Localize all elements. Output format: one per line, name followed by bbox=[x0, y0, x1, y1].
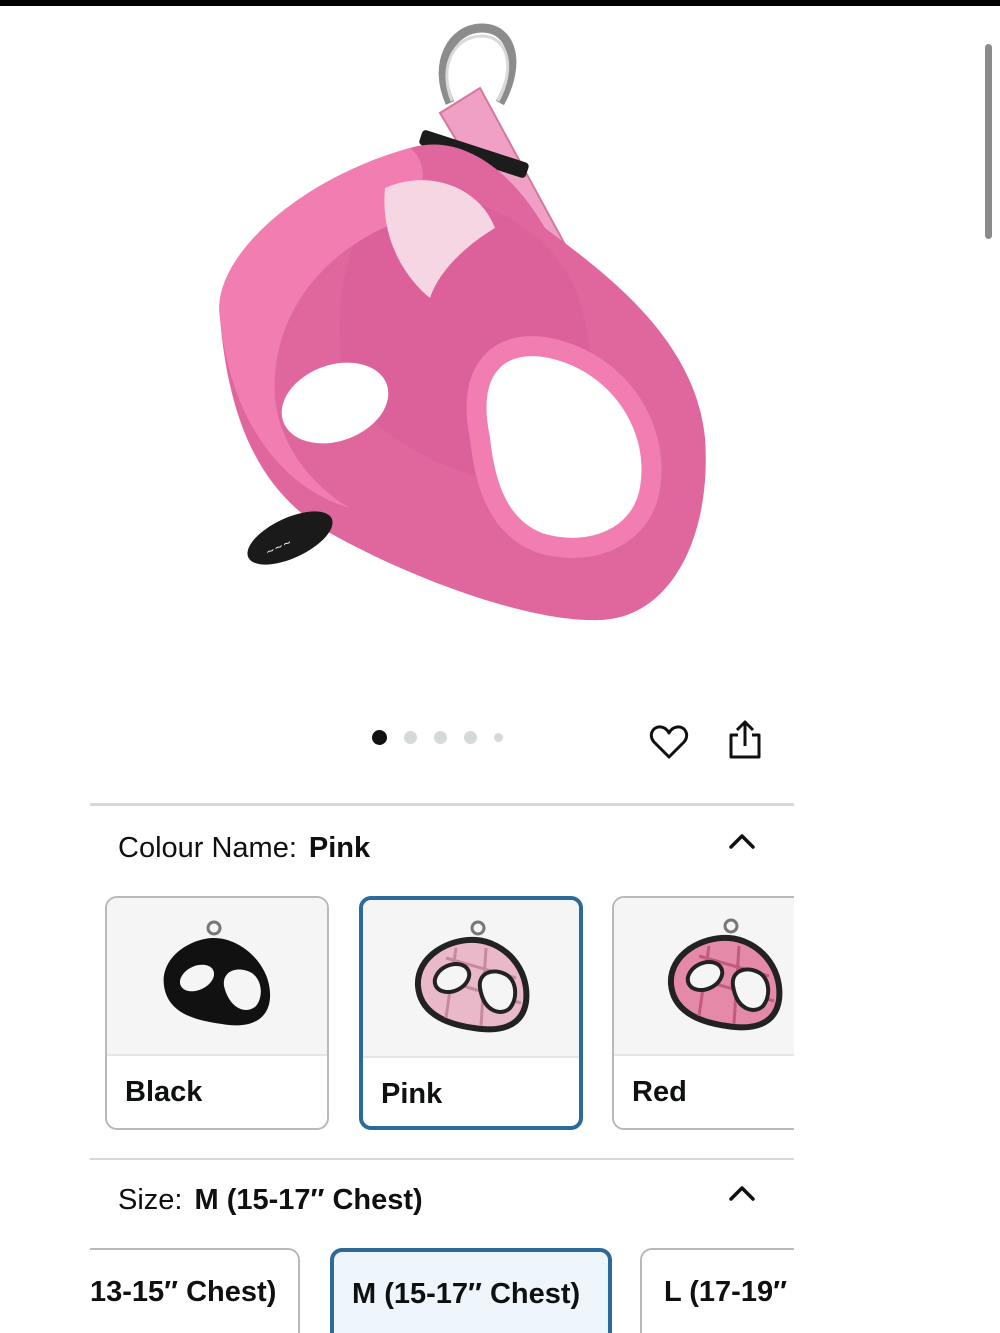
size-heading: Size: M (15-17″ Chest) bbox=[118, 1184, 423, 1217]
top-edge-bar bbox=[0, 0, 1000, 6]
swatch-label: Pink bbox=[381, 1078, 443, 1110]
size-selected-value: M (15-17″ Chest) bbox=[194, 1184, 423, 1216]
size-option-m[interactable]: M (15-17″ Chest) bbox=[330, 1248, 612, 1333]
swatch-thumbnail bbox=[363, 900, 579, 1058]
colour-selected-value: Pink bbox=[308, 832, 371, 864]
colour-name-heading: Colour Name: Pink bbox=[118, 832, 370, 865]
page-scrollbar[interactable] bbox=[985, 44, 992, 239]
size-option-list[interactable]: 13-15″ Chest) M (15-17″ Chest) L (17-19″ bbox=[90, 1246, 794, 1333]
swatch-thumbnail bbox=[107, 898, 327, 1056]
wishlist-button[interactable] bbox=[645, 718, 693, 766]
colour-swatch-list[interactable]: Black Pink Red bbox=[90, 893, 794, 1133]
product-image-pink-harness[interactable]: ~~~ bbox=[150, 18, 730, 658]
section-divider bbox=[90, 1158, 794, 1160]
carousel-dot-1[interactable] bbox=[372, 730, 387, 745]
colour-swatch-black[interactable]: Black bbox=[105, 896, 329, 1130]
carousel-dot-2[interactable] bbox=[404, 731, 417, 744]
heart-outline-icon bbox=[649, 725, 689, 759]
carousel-dot-4[interactable] bbox=[464, 731, 477, 744]
size-option-label: 13-15″ Chest) bbox=[90, 1276, 277, 1308]
size-option-l[interactable]: L (17-19″ bbox=[640, 1248, 794, 1333]
swatch-label: Black bbox=[125, 1076, 203, 1108]
size-label: Size: bbox=[118, 1184, 183, 1216]
carousel-dot-5[interactable] bbox=[494, 733, 503, 742]
colour-label: Colour Name: bbox=[118, 832, 297, 864]
swatch-thumbnail bbox=[614, 898, 794, 1056]
image-carousel-indicator[interactable] bbox=[372, 730, 503, 745]
size-option-s[interactable]: 13-15″ Chest) bbox=[90, 1248, 300, 1333]
colour-collapse-button[interactable] bbox=[722, 826, 762, 856]
size-option-label: L (17-19″ bbox=[664, 1276, 787, 1308]
share-button[interactable] bbox=[721, 716, 769, 764]
colour-swatch-red[interactable]: Red bbox=[612, 896, 794, 1130]
colour-swatch-pink[interactable]: Pink bbox=[359, 896, 583, 1130]
swatch-label: Red bbox=[632, 1076, 687, 1108]
carousel-dot-3[interactable] bbox=[434, 731, 447, 744]
chevron-up-icon bbox=[729, 1186, 755, 1201]
section-divider bbox=[90, 803, 794, 806]
share-icon bbox=[729, 720, 761, 759]
size-collapse-button[interactable] bbox=[722, 1178, 762, 1208]
chevron-up-icon bbox=[729, 834, 755, 849]
size-option-label: M (15-17″ Chest) bbox=[352, 1278, 581, 1310]
